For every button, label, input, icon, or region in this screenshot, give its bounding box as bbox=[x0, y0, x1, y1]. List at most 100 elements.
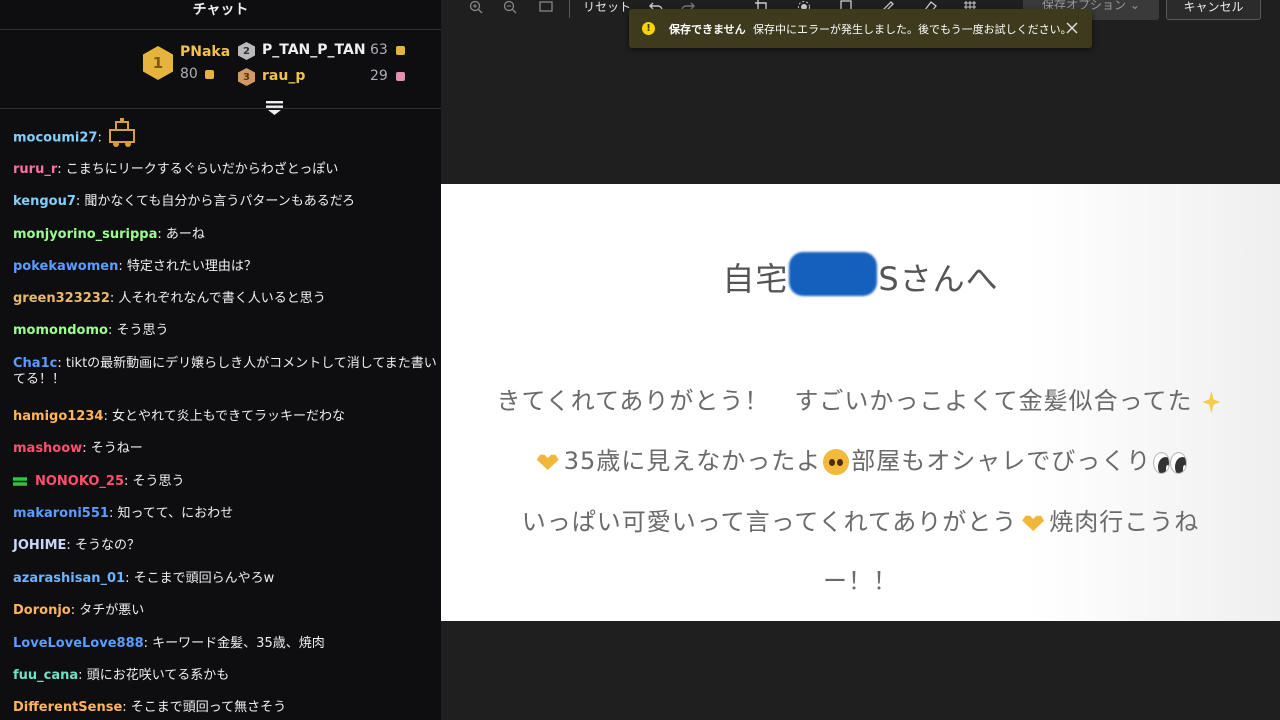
bits-icon bbox=[205, 70, 214, 79]
chat-username[interactable]: pokekawomen bbox=[13, 259, 118, 274]
chat-message: mashoow: そうねー bbox=[13, 441, 143, 456]
image-text: きてくれてありがとう！ すごいかっこよくて金髪似合ってた bbox=[496, 387, 1193, 415]
chat-message: makaroni551: 知ってて、におわせ bbox=[13, 506, 234, 521]
heading-prefix: 自宅 bbox=[722, 260, 789, 298]
chat-username[interactable]: LoveLoveLove888 bbox=[13, 636, 144, 651]
chat-message: JOHIME: そうなの？ bbox=[13, 538, 140, 553]
chat-text: 女とやれて炎上もできてラッキーだわな bbox=[111, 409, 346, 424]
reset-button[interactable]: リセット bbox=[583, 0, 631, 15]
chat-text: そう思う bbox=[116, 323, 169, 338]
leaderboard-third-score: 29 bbox=[370, 68, 388, 84]
bits-icon bbox=[396, 46, 405, 55]
chat-username[interactable]: Doronjo bbox=[13, 603, 71, 618]
chat-username[interactable]: mocoumi27 bbox=[13, 131, 97, 146]
chat-message: green323232: 人それぞれなんで書く人いると思う bbox=[13, 291, 326, 306]
chat-text: そうねー bbox=[90, 441, 143, 456]
chat-text: 知ってて、におわせ bbox=[117, 506, 234, 521]
chat-message: DifferentSense: そこまで頭回って無さそう bbox=[13, 700, 287, 715]
image-text: 35歳に見えなかったよ bbox=[563, 447, 822, 475]
chat-username[interactable]: fuu_cana bbox=[13, 668, 78, 683]
chat-username[interactable]: DifferentSense bbox=[13, 700, 122, 715]
leaderboard-third-name[interactable]: rau_p bbox=[262, 68, 305, 84]
image-editor: リセット 保存オプション ⌄ キャンセル ! 保存できません 保存中にエラーが発… bbox=[441, 0, 1280, 720]
chat-text: そうなの？ bbox=[74, 538, 140, 553]
chat-username[interactable]: monjyorino_surippa bbox=[13, 227, 157, 242]
chat-username[interactable]: JOHIME bbox=[13, 538, 66, 553]
chat-message: momondomo: そう思う bbox=[13, 323, 169, 338]
image-text: いっぱい可愛いって言ってくれてありがとう bbox=[521, 508, 1018, 536]
chat-message: NONOKO_25: そう思う bbox=[13, 474, 441, 490]
heart-hands-icon bbox=[1019, 512, 1047, 534]
chat-text: そこまで頭回って無さそう bbox=[130, 700, 287, 715]
warning-icon: ! bbox=[642, 22, 655, 35]
chevron-down-icon: ⌄ bbox=[1129, 0, 1140, 12]
chat-text: 頭にお花咲いてる系かも bbox=[86, 668, 230, 683]
redaction-scribble bbox=[789, 252, 877, 296]
cancel-button[interactable]: キャンセル bbox=[1166, 0, 1261, 20]
zoom-in-icon[interactable] bbox=[469, 0, 483, 14]
image-text: ー！！ bbox=[823, 567, 898, 595]
toast-message: 保存中にエラーが発生しました。後でもう一度お試しください。 bbox=[753, 23, 1072, 36]
chat-text: タチが悪い bbox=[79, 603, 145, 618]
chat-text: こまちにリークするぐらいだからわざとっぽい bbox=[65, 162, 339, 177]
chat-text: そう思う bbox=[132, 474, 185, 489]
chat-message: ruru_r: こまちにリークするぐらいだからわざとっぽい bbox=[13, 162, 339, 177]
chat-text: あーね bbox=[165, 227, 205, 242]
chat-text: tiktの最新動画にデリ嬢らしき人がコメントして消してまた書いてる！！ bbox=[13, 356, 437, 387]
train-emote-icon bbox=[108, 118, 135, 147]
image-text-line: きてくれてありがとう！ すごいかっこよくて金髪似合ってた bbox=[441, 381, 1280, 416]
chat-username[interactable]: kengou7 bbox=[13, 194, 76, 209]
error-toast: ! 保存できません 保存中にエラーが発生しました。後でもう一度お試しください。 bbox=[629, 9, 1092, 48]
toolbar-divider bbox=[569, 0, 570, 18]
image-text-line: 35歳に見えなかったよ 部屋もオシャレでびっくり bbox=[441, 441, 1280, 476]
leaderboard-first-score: 80 bbox=[180, 66, 198, 82]
chat-text: キーワード金髪、35歳、焼肉 bbox=[152, 636, 325, 651]
chat-title: チャット bbox=[192, 2, 249, 18]
chat-header: チャット bbox=[0, 0, 441, 30]
chat-message: hamigo1234: 女とやれて炎上もできてラッキーだわな bbox=[13, 409, 346, 424]
eyes-icon bbox=[1153, 449, 1188, 475]
chat-message: kengou7: 聞かなくても自分から言うパターンもあるだろ bbox=[13, 194, 355, 209]
heart-hands-icon bbox=[534, 451, 562, 473]
zoom-out-icon[interactable] bbox=[503, 0, 517, 14]
close-icon[interactable] bbox=[1065, 21, 1079, 35]
chat-username[interactable]: green323232 bbox=[13, 291, 110, 306]
chat-message: LoveLoveLove888: キーワード金髪、35歳、焼肉 bbox=[13, 636, 325, 651]
chat-username[interactable]: hamigo1234 bbox=[13, 409, 103, 424]
chat-text: 人それぞれなんで書く人いると思う bbox=[118, 291, 326, 306]
chat-text: そこまで頭回らんやろw bbox=[133, 571, 275, 586]
chat-text: 特定されたい理由は？ bbox=[126, 259, 257, 274]
chat-message: fuu_cana: 頭にお花咲いてる系かも bbox=[13, 668, 230, 683]
chat-panel: チャット 1 PNaka 80 2 P_TAN_P_TAN 63 3 rau_p… bbox=[0, 0, 441, 720]
expand-leaderboard-icon[interactable] bbox=[265, 100, 284, 116]
chat-message: azarashisan_01: そこまで頭回らんやろw bbox=[13, 571, 275, 586]
chat-username[interactable]: Cha1c bbox=[13, 356, 57, 371]
chat-message: mocoumi27: bbox=[13, 118, 441, 148]
screenshot-image: 自宅 Sさんへ きてくれてありがとう！ すごいかっこよくて金髪似合ってた 35歳に… bbox=[441, 184, 1280, 621]
pleading-face-icon bbox=[823, 449, 850, 475]
chat-message: pokekawomen: 特定されたい理由は？ bbox=[13, 259, 257, 274]
chat-message: Cha1c: tiktの最新動画にデリ嬢らしき人がコメントして消してまた書いてる… bbox=[13, 356, 437, 387]
chat-message: Doronjo: タチが悪い bbox=[13, 603, 145, 618]
chat-message: monjyorino_surippa: あーね bbox=[13, 227, 205, 242]
fit-screen-icon[interactable] bbox=[539, 0, 553, 14]
subscriber-badge-icon bbox=[13, 477, 27, 486]
leaderboard-second-score: 63 bbox=[370, 42, 388, 58]
chat-username[interactable]: NONOKO_25 bbox=[35, 474, 124, 489]
chat-username[interactable]: ruru_r bbox=[13, 162, 57, 177]
leaderboard-second-name[interactable]: P_TAN_P_TAN bbox=[262, 42, 366, 58]
toast-title: 保存できません bbox=[669, 23, 746, 36]
heading-suffix: Sさんへ bbox=[878, 260, 999, 298]
sparkles-icon bbox=[1194, 389, 1222, 415]
chat-text: 聞かなくても自分から言うパターンもあるだろ bbox=[84, 194, 355, 209]
chat-username[interactable]: azarashisan_01 bbox=[13, 571, 125, 586]
leaderboard-first-name[interactable]: PNaka bbox=[180, 44, 230, 60]
chat-username[interactable]: makaroni551 bbox=[13, 506, 109, 521]
bits-icon bbox=[396, 72, 405, 81]
image-text-line: いっぱい可愛いって言ってくれてありがとう 焼肉行こうね bbox=[441, 502, 1280, 537]
image-text: 焼肉行こうね bbox=[1049, 508, 1200, 536]
image-text: 部屋もオシャレでびっくり bbox=[851, 447, 1152, 475]
chat-username[interactable]: momondomo bbox=[13, 323, 108, 338]
chat-username[interactable]: mashoow bbox=[13, 441, 82, 456]
image-text-line: ー！！ bbox=[441, 561, 1280, 596]
